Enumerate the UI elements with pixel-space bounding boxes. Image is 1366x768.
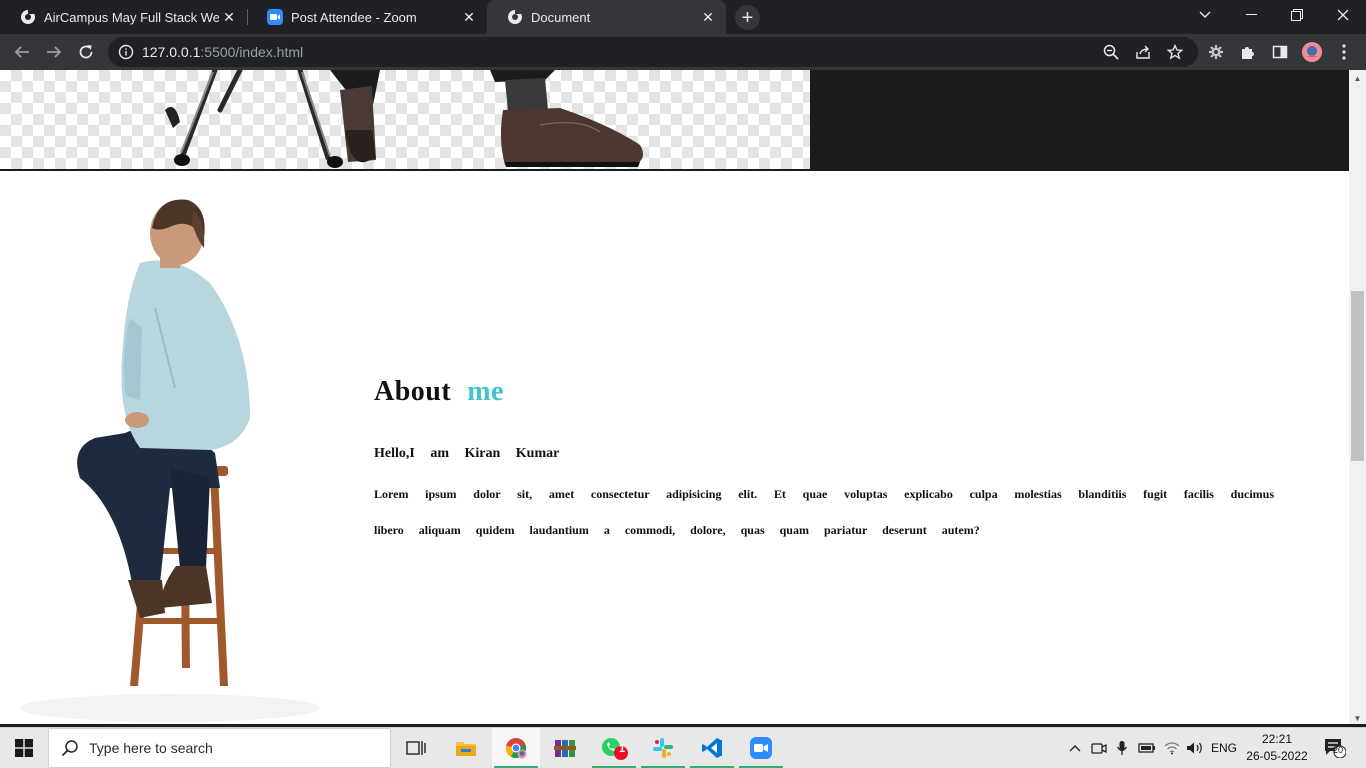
whatsapp-icon[interactable]: 1 [590,728,638,768]
zoom-icon [267,9,283,25]
browser-toolbar: 127.0.0.1:5500/index.html [0,34,1366,70]
forward-button[interactable] [40,38,68,66]
clock-date: 26-05-2022 [1246,749,1308,763]
close-icon[interactable]: ✕ [219,7,239,27]
windows-taskbar: Type here to search 1 ENG 22:21 26-05-20… [0,727,1366,768]
battery-icon[interactable] [1137,738,1157,758]
url-text: 127.0.0.1:5500/index.html [142,44,303,60]
scrollbar-thumb[interactable] [1351,291,1364,461]
hero-image [0,70,810,170]
chrome-globe-icon [507,9,523,25]
search-placeholder: Type here to search [89,740,213,756]
windows-start-button[interactable] [0,728,48,768]
notification-center-icon[interactable]: 20 [1323,738,1347,758]
taskbar-search-box[interactable]: Type here to search [48,728,391,768]
search-icon [61,739,79,757]
back-button[interactable] [8,38,36,66]
chrome-menu-icon[interactable] [1334,42,1354,62]
clock-time: 22:21 [1261,732,1293,746]
winrar-icon[interactable] [541,728,589,768]
page-viewport: About me Hello,I am Kiran Kumar Lorem ips… [0,70,1349,727]
section-divider [0,169,1349,171]
show-hidden-icons-chevron-icon[interactable] [1065,738,1085,758]
tab-document[interactable]: Document ✕ [487,0,726,34]
input-language[interactable]: ENG [1211,741,1237,755]
about-section: About me Hello,I am Kiran Kumar Lorem ips… [374,376,1274,548]
address-bar[interactable]: 127.0.0.1:5500/index.html [108,37,1198,67]
minimize-button[interactable] [1228,0,1274,30]
extension-gear-icon[interactable] [1206,42,1226,62]
site-info-icon[interactable] [118,44,134,60]
about-body-text: Lorem ipsum dolor sit, amet consectetur … [374,487,1274,537]
tab-search-chevron-icon[interactable] [1182,0,1228,30]
side-panel-icon[interactable] [1270,42,1290,62]
vscode-icon[interactable] [688,728,736,768]
new-tab-button[interactable]: + [735,5,760,30]
tab-aircampus[interactable]: AirCampus May Full Stack Web D ✕ [0,0,247,34]
wifi-icon[interactable] [1162,738,1182,758]
restore-button[interactable] [1274,0,1320,30]
close-icon[interactable]: ✕ [698,7,718,27]
tab-title: Post Attendee - Zoom [291,9,417,25]
scroll-up-arrow-icon[interactable]: ▲ [1349,70,1366,87]
close-window-button[interactable] [1320,0,1366,30]
tab-zoom[interactable]: Post Attendee - Zoom ✕ [247,0,487,34]
chrome-taskbar-icon[interactable] [492,728,540,768]
slack-icon[interactable] [639,728,687,768]
windows-logo-icon [15,739,33,757]
about-heading: About me [374,376,1274,408]
meet-now-icon[interactable] [1089,738,1109,758]
chrome-globe-icon [20,9,36,25]
about-greeting: Hello,I am Kiran Kumar [374,446,560,461]
url-host: 127.0.0.1 [142,44,201,60]
bookmark-star-icon[interactable] [1166,43,1184,61]
reload-button[interactable] [72,38,100,66]
about-heading-text: About [374,376,452,407]
browser-tab-strip: AirCampus May Full Stack Web D ✕ Post At… [0,0,1366,34]
extensions-puzzle-icon[interactable] [1238,42,1258,62]
zoom-taskbar-icon[interactable] [737,728,785,768]
file-explorer-icon[interactable] [442,728,490,768]
close-icon[interactable]: ✕ [459,7,479,27]
url-path: :5500/index.html [200,44,304,60]
task-view-icon[interactable] [392,728,440,768]
profile-avatar[interactable] [1302,42,1322,62]
about-heading-accent: me [467,376,504,407]
whatsapp-badge: 1 [619,743,626,755]
zoom-magnifier-icon[interactable] [1102,43,1120,61]
hero-section [0,70,1349,170]
page-scrollbar[interactable]: ▲ ▼ [1349,70,1366,727]
tab-title: AirCampus May Full Stack Web D [44,9,219,25]
tab-title: Document [531,9,591,25]
volume-icon[interactable] [1185,738,1205,758]
share-icon[interactable] [1134,43,1152,61]
microphone-icon[interactable] [1112,738,1132,758]
chair-and-shoes-illustration [165,70,644,168]
notification-count: 20 [1333,745,1344,755]
about-photo [0,188,330,727]
system-clock[interactable]: 22:21 26-05-2022 [1244,731,1310,765]
